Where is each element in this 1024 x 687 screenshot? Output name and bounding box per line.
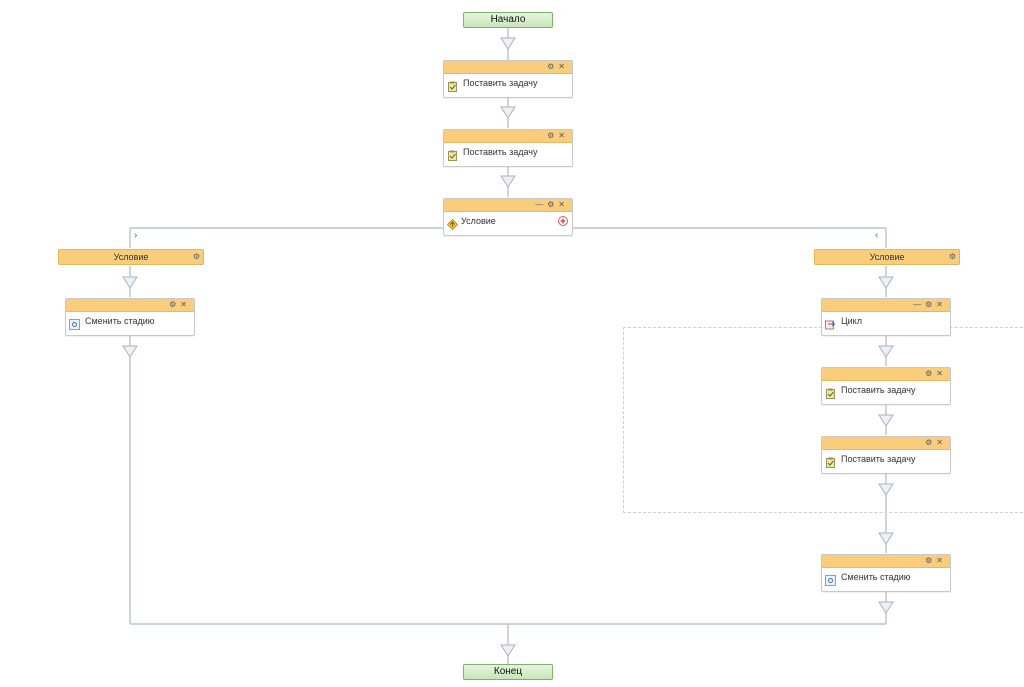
activity-condition[interactable]: —⚙✕ Условие <box>443 198 573 236</box>
clipboard-task-icon <box>448 81 457 92</box>
arrow <box>500 644 516 657</box>
gear-icon[interactable]: ⚙ <box>925 369 936 378</box>
activity-set-task[interactable]: ⚙✕ Поставить задачу <box>443 60 573 98</box>
condition-diamond-icon <box>447 219 458 230</box>
activity-header: ⚙✕ <box>822 437 950 450</box>
stage-icon <box>825 575 836 586</box>
activity-label: Сменить стадию <box>841 572 911 582</box>
activity-set-stage[interactable]: ⚙✕ Сменить стадию <box>821 554 951 592</box>
arrow <box>122 276 138 289</box>
activity-header: ⚙✕ <box>822 368 950 381</box>
loop-container <box>623 327 1024 513</box>
gear-icon[interactable]: ⚙ <box>547 131 558 140</box>
arrow <box>878 276 894 289</box>
gear-icon[interactable]: ⚙ <box>949 250 956 264</box>
gear-icon[interactable]: ⚙ <box>169 300 180 309</box>
activity-label: Цикл <box>841 316 862 326</box>
activity-set-task[interactable]: ⚙✕ Поставить задачу <box>821 436 951 474</box>
chevron-left-icon[interactable]: ‹ <box>875 230 878 241</box>
arrow <box>500 175 516 188</box>
end-node[interactable]: Конец <box>463 664 553 680</box>
branch-condition-right[interactable]: Условие ⚙ <box>814 249 960 265</box>
activity-label: Поставить задачу <box>463 78 538 88</box>
close-icon[interactable]: ✕ <box>936 556 947 565</box>
arrow <box>500 37 516 50</box>
loop-icon <box>825 320 836 330</box>
activity-header: —⚙✕ <box>822 299 950 312</box>
stage-icon <box>69 319 80 330</box>
activity-header: ⚙✕ <box>444 130 572 143</box>
close-icon[interactable]: ✕ <box>936 438 947 447</box>
arrow <box>122 345 138 358</box>
arrow <box>500 106 516 119</box>
activity-header: —⚙✕ <box>444 199 572 212</box>
activity-loop[interactable]: —⚙✕ Цикл <box>821 298 951 336</box>
close-icon[interactable]: ✕ <box>180 300 191 309</box>
activity-label: Условие <box>461 216 496 226</box>
activity-label: Сменить стадию <box>85 316 155 326</box>
close-icon[interactable]: ✕ <box>936 369 947 378</box>
close-icon[interactable]: ✕ <box>558 62 569 71</box>
branch-label: Условие <box>869 252 905 262</box>
activity-set-task[interactable]: ⚙✕ Поставить задачу <box>821 367 951 405</box>
close-icon[interactable]: ✕ <box>936 300 947 309</box>
activity-label: Поставить задачу <box>841 454 916 464</box>
collapse-icon[interactable]: — <box>535 200 547 209</box>
branch-condition-left[interactable]: Условие ⚙ <box>58 249 204 265</box>
gear-icon[interactable]: ⚙ <box>925 300 936 309</box>
activity-label: Поставить задачу <box>841 385 916 395</box>
close-icon[interactable]: ✕ <box>558 131 569 140</box>
close-icon[interactable]: ✕ <box>558 200 569 209</box>
gear-icon[interactable]: ⚙ <box>925 438 936 447</box>
activity-label: Поставить задачу <box>463 147 538 157</box>
activity-header: ⚙✕ <box>444 61 572 74</box>
gear-icon[interactable]: ⚙ <box>193 250 200 264</box>
clipboard-task-icon <box>448 150 457 161</box>
activity-set-stage[interactable]: ⚙✕ Сменить стадию <box>65 298 195 336</box>
clipboard-task-icon <box>826 388 835 399</box>
collapse-icon[interactable]: — <box>913 300 925 309</box>
add-branch-icon[interactable] <box>558 216 568 226</box>
gear-icon[interactable]: ⚙ <box>925 556 936 565</box>
chevron-right-icon[interactable]: › <box>134 230 137 241</box>
arrow <box>878 532 894 545</box>
gear-icon[interactable]: ⚙ <box>547 200 558 209</box>
gear-icon[interactable]: ⚙ <box>547 62 558 71</box>
arrow <box>878 601 894 614</box>
activity-header: ⚙✕ <box>66 299 194 312</box>
start-node[interactable]: Начало <box>463 12 553 28</box>
activity-set-task[interactable]: ⚙✕ Поставить задачу <box>443 129 573 167</box>
clipboard-task-icon <box>826 457 835 468</box>
activity-header: ⚙✕ <box>822 555 950 568</box>
branch-label: Условие <box>113 252 149 262</box>
